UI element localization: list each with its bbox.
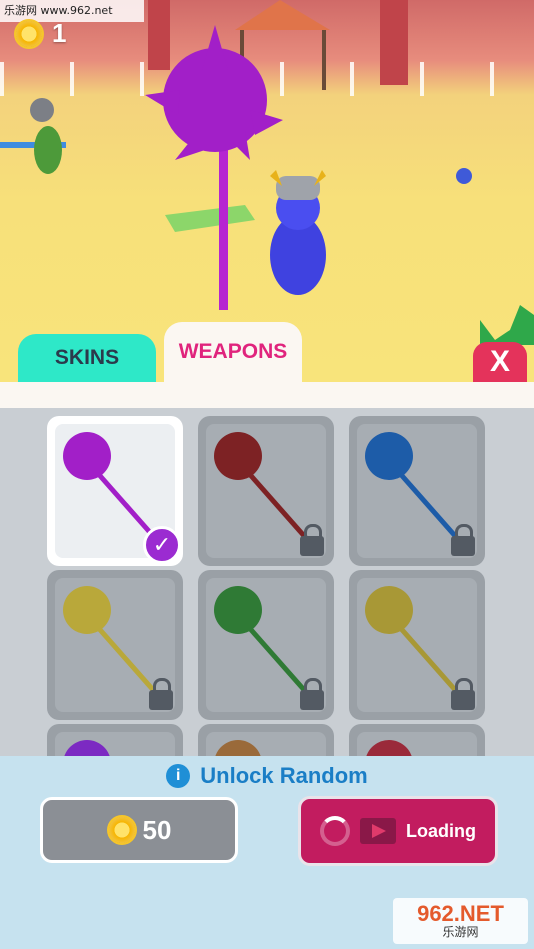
watermark-bottom: 962.NET 乐游网 bbox=[393, 898, 528, 944]
close-button[interactable]: X bbox=[473, 342, 527, 382]
loading-spinner-icon bbox=[320, 816, 350, 846]
watch-video-button[interactable]: Loading bbox=[298, 796, 498, 866]
unlock-random-row: i Unlock Random bbox=[0, 762, 534, 790]
weapon-slot-red-blade[interactable] bbox=[349, 724, 485, 756]
watermark-big: 962.NET bbox=[417, 901, 504, 926]
video-icon bbox=[360, 818, 396, 844]
weapon-slot-halberd-blue[interactable] bbox=[349, 416, 485, 566]
weapon-slot-golden-gauntlet-club[interactable] bbox=[47, 570, 183, 720]
lock-icon bbox=[149, 678, 173, 710]
lock-icon bbox=[300, 678, 324, 710]
weapon-slot-wooden-weapon[interactable] bbox=[198, 724, 334, 756]
weapon-icon bbox=[64, 740, 110, 756]
tab-weapons-label: WEAPONS bbox=[178, 340, 288, 363]
tab-weapons[interactable]: WEAPONS bbox=[164, 322, 302, 382]
coin-counter: 1 bbox=[14, 18, 66, 49]
weapon-slot-purple-claw[interactable] bbox=[47, 724, 183, 756]
coin-icon bbox=[106, 815, 137, 845]
weapon-icon bbox=[215, 740, 261, 756]
weapon-slot-spiked-mace-purple[interactable]: ✓ bbox=[47, 416, 183, 566]
weapon-slot-war-pick-gold[interactable] bbox=[349, 570, 485, 720]
buy-random-button[interactable]: 50 bbox=[40, 797, 238, 863]
tab-skins[interactable]: SKINS bbox=[18, 334, 156, 382]
weapon-slot-double-axe-green[interactable] bbox=[198, 570, 334, 720]
weapon-slot-spiked-club-red[interactable] bbox=[198, 416, 334, 566]
lock-icon bbox=[451, 678, 475, 710]
unlock-random-label: Unlock Random bbox=[200, 763, 368, 788]
info-icon[interactable]: i bbox=[166, 764, 191, 788]
buy-price: 50 bbox=[142, 814, 172, 845]
check-icon: ✓ bbox=[143, 526, 181, 564]
coin-count: 1 bbox=[52, 18, 67, 48]
lock-icon bbox=[300, 524, 324, 556]
tab-strip bbox=[0, 382, 534, 408]
watermark-small: 乐游网 bbox=[442, 925, 479, 939]
tab-skins-label: SKINS bbox=[54, 346, 120, 369]
video-button-label: Loading bbox=[406, 820, 476, 841]
weapon-grid: ✓ bbox=[0, 408, 534, 756]
coin-icon bbox=[14, 18, 44, 49]
lock-icon bbox=[451, 524, 475, 556]
weapon-icon bbox=[366, 740, 412, 756]
